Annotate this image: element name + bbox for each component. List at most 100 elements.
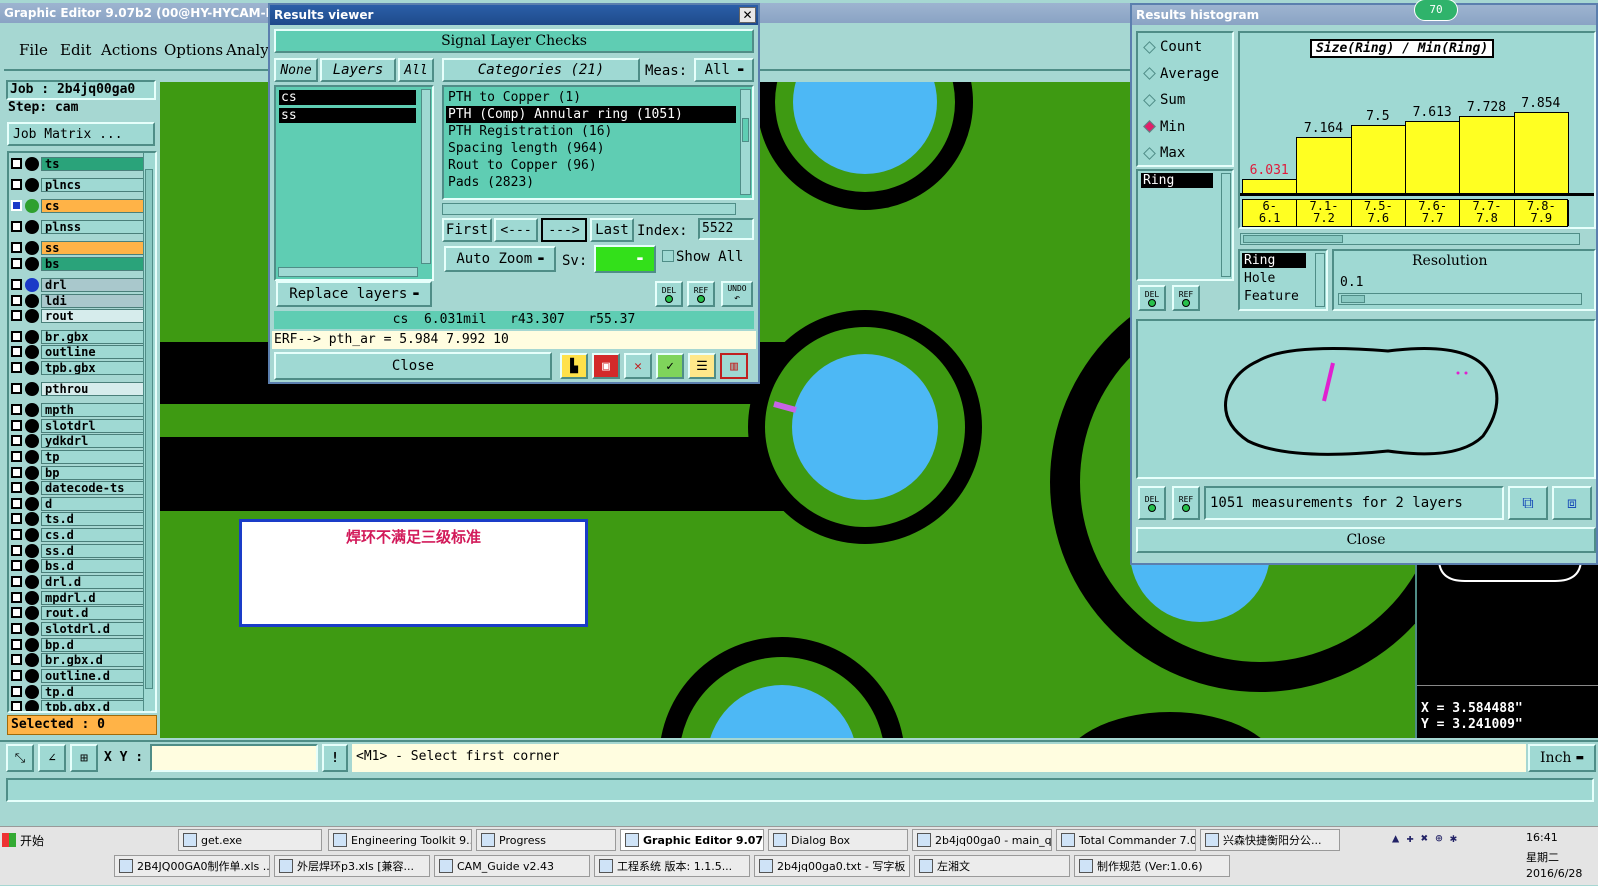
layer-color-icon[interactable]: [25, 433, 39, 448]
taskbar-item[interactable]: CAM_Guide v2.43: [434, 855, 590, 877]
layer-name[interactable]: ts.d: [41, 511, 147, 526]
taskbar-item[interactable]: Engineering Toolkit 9....: [328, 829, 472, 851]
layer-color-icon[interactable]: [25, 177, 39, 192]
layer-color-icon[interactable]: [25, 308, 39, 323]
layer-checkbox[interactable]: [11, 258, 22, 269]
stat-radio-sum[interactable]: Sum: [1142, 92, 1185, 108]
layer-name[interactable]: ydkdrl: [41, 433, 147, 448]
layer-checkbox[interactable]: [11, 221, 22, 232]
menu-file[interactable]: File: [19, 41, 48, 59]
notes-icon[interactable]: ☰: [688, 353, 716, 379]
all-layers-button[interactable]: All: [398, 58, 434, 82]
layer-row[interactable]: rout.d: [11, 605, 147, 620]
category-hscrollbar[interactable]: [442, 203, 736, 215]
menu-actions[interactable]: Actions: [101, 41, 157, 59]
layer-name[interactable]: bs: [41, 256, 147, 271]
result-layer-cs[interactable]: cs: [279, 90, 416, 105]
layer-checkbox[interactable]: [11, 545, 22, 556]
layer-checkbox[interactable]: [11, 158, 22, 169]
res-item-hole[interactable]: Hole: [1244, 271, 1275, 286]
layer-checkbox[interactable]: [11, 242, 22, 253]
taskbar-item[interactable]: 2b4jq00ga0 - main_qa: [912, 829, 1052, 851]
layer-name[interactable]: mpdrl.d: [41, 590, 147, 605]
layer-color-icon[interactable]: [25, 480, 39, 495]
layer-color-icon[interactable]: [25, 527, 39, 542]
layer-checkbox[interactable]: [11, 179, 22, 190]
resolution-slider[interactable]: [1338, 293, 1582, 305]
layer-name[interactable]: datecode-ts: [41, 480, 147, 495]
layer-color-icon[interactable]: [25, 496, 39, 511]
taskbar-item[interactable]: 外层焊环p3.xls [兼容...: [274, 855, 430, 877]
category-item[interactable]: Rout to Copper (96): [446, 157, 752, 174]
layer-color-icon[interactable]: [25, 449, 39, 464]
del-button[interactable]: DEL: [655, 281, 683, 307]
layer-checkbox[interactable]: [11, 592, 22, 603]
layer-list-hscrollbar[interactable]: [278, 267, 418, 277]
layer-checkbox[interactable]: [11, 670, 22, 681]
layer-name[interactable]: drl: [41, 277, 147, 292]
layer-row[interactable]: ts: [11, 156, 147, 171]
layer-color-icon[interactable]: [25, 293, 39, 308]
layer-name[interactable]: bp.d: [41, 637, 147, 652]
layer-name[interactable]: outline.d: [41, 668, 147, 683]
histogram-ref-button[interactable]: REF: [1172, 285, 1200, 311]
layer-checkbox[interactable]: [11, 420, 22, 431]
stat-radio-count[interactable]: Count: [1142, 39, 1202, 55]
layer-checkbox[interactable]: [11, 467, 22, 478]
category-item[interactable]: PTH (Comp) Annular ring (1051): [446, 106, 736, 123]
layer-color-icon[interactable]: [25, 668, 39, 683]
undo-button[interactable]: UNDO ↶: [721, 281, 753, 307]
histogram-icon[interactable]: ▙: [560, 353, 588, 379]
layer-row[interactable]: br.gbx.d: [11, 652, 147, 667]
taskbar-item[interactable]: 2b4jq00ga0.txt - 写字板: [754, 855, 910, 877]
histogram-list-item[interactable]: Ring: [1141, 173, 1213, 188]
units-select[interactable]: Inch ▬: [1528, 744, 1596, 772]
layer-name[interactable]: plnss: [41, 219, 147, 234]
layer-name[interactable]: tpb.gbx: [41, 360, 147, 375]
layer-checkbox[interactable]: [11, 383, 22, 394]
layer-row[interactable]: ss.d: [11, 543, 147, 558]
taskbar-item[interactable]: Graphic Editor 9.07...: [620, 829, 764, 851]
chart-hscrollbar[interactable]: [1240, 233, 1580, 245]
layer-row[interactable]: mpdrl.d: [11, 590, 147, 605]
category-item[interactable]: Pads (2823): [446, 174, 752, 191]
layer-row[interactable]: ss: [11, 240, 147, 255]
layer-checkbox[interactable]: [11, 295, 22, 306]
layer-color-icon[interactable]: [25, 511, 39, 526]
layer-checkbox[interactable]: [11, 310, 22, 321]
layer-row[interactable]: tpb.gbx: [11, 360, 147, 375]
layer-checkbox[interactable]: [11, 279, 22, 290]
layer-checkbox[interactable]: [11, 498, 22, 509]
layer-name[interactable]: ldi: [41, 293, 147, 308]
layer-checkbox[interactable]: [11, 686, 22, 697]
index-input[interactable]: 5522: [698, 218, 754, 240]
layer-row[interactable]: rout: [11, 308, 147, 323]
layer-checkbox[interactable]: [11, 513, 22, 524]
layer-color-icon[interactable]: [25, 543, 39, 558]
result-layer-ss[interactable]: ss: [279, 108, 416, 123]
layer-list-scrollbar[interactable]: [421, 89, 431, 264]
layer-checkbox[interactable]: [11, 623, 22, 634]
menu-options[interactable]: Options: [164, 41, 223, 59]
histogram-bar[interactable]: [1405, 121, 1461, 195]
layer-row[interactable]: cs: [11, 198, 147, 213]
histogram-bar[interactable]: [1296, 137, 1352, 195]
category-item[interactable]: Spacing length (964): [446, 140, 752, 157]
layer-row[interactable]: ts.d: [11, 511, 147, 526]
layer-row[interactable]: bp: [11, 465, 147, 480]
layer-color-icon[interactable]: [25, 652, 39, 667]
layer-color-icon[interactable]: [25, 605, 39, 620]
res-list-scrollbar[interactable]: [1315, 253, 1325, 307]
taskbar-item[interactable]: Progress: [476, 829, 616, 851]
layer-checkbox[interactable]: [11, 435, 22, 446]
layer-name[interactable]: outline: [41, 344, 147, 359]
layer-name[interactable]: rout.d: [41, 605, 147, 620]
layer-row[interactable]: bs.d: [11, 558, 147, 573]
layer-checkbox[interactable]: [11, 529, 22, 540]
layer-row[interactable]: slotdrl.d: [11, 621, 147, 636]
layer-color-icon[interactable]: [25, 240, 39, 255]
zoom-select-icon[interactable]: ⧈: [1552, 486, 1592, 520]
layer-name[interactable]: bp: [41, 465, 147, 480]
layer-row[interactable]: ydkdrl: [11, 433, 147, 448]
taskbar-item[interactable]: 工程系统 版本: 1.1.5...: [594, 855, 750, 877]
